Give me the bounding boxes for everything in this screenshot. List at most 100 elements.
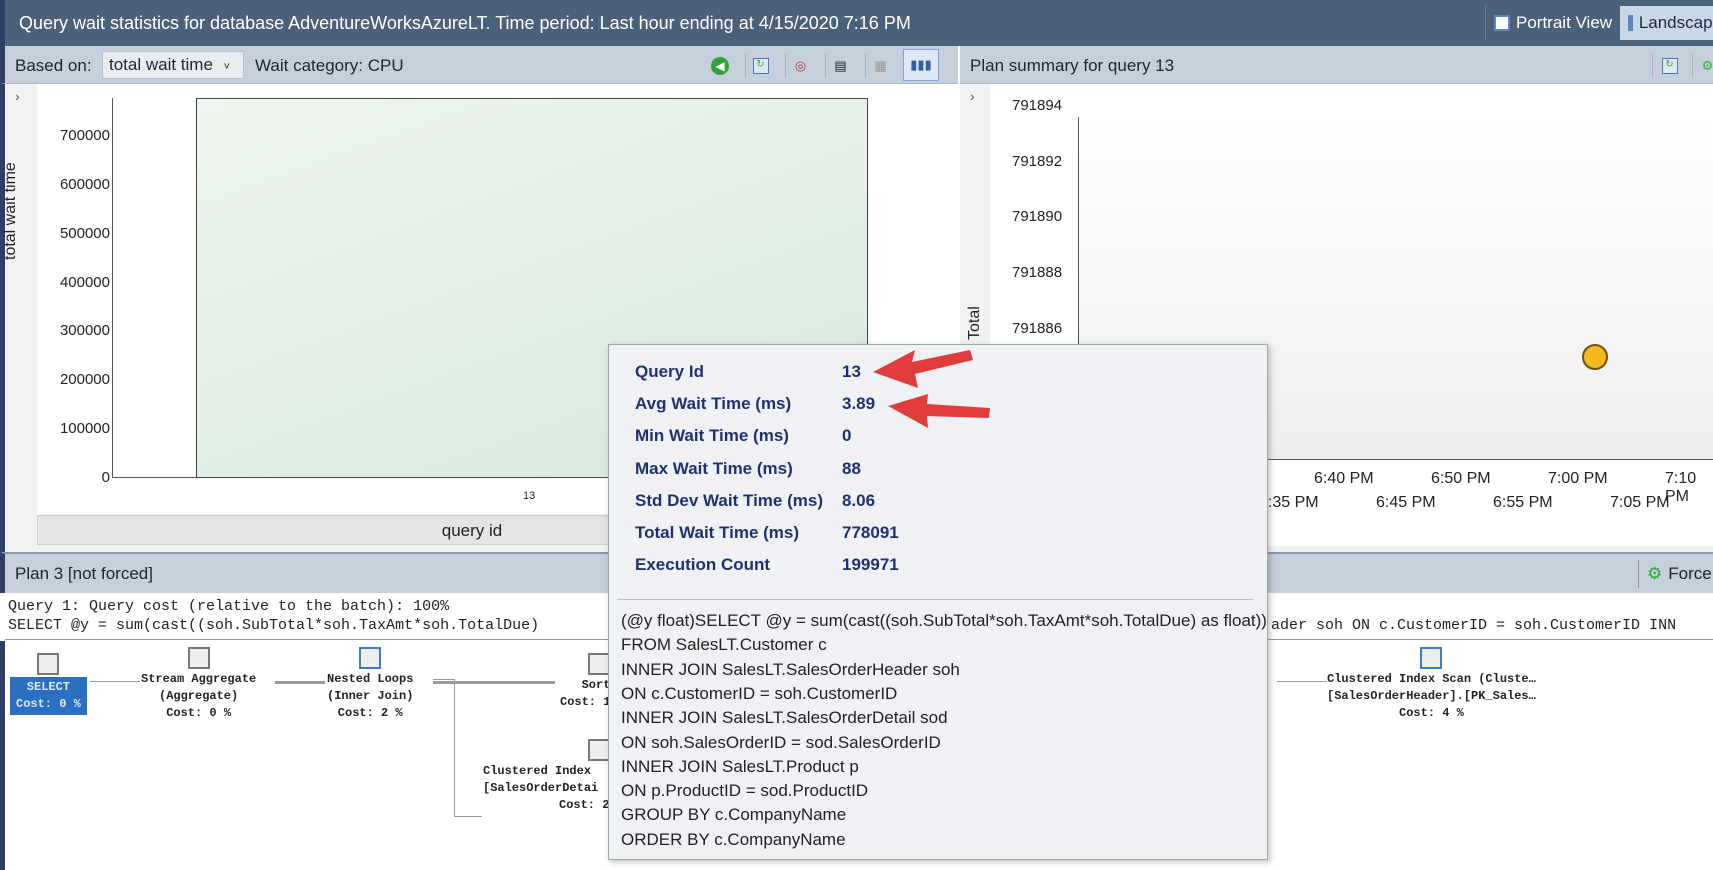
- tooltip-sql-line: INNER JOIN SalesLT.SalesOrderDetail sod: [621, 708, 948, 728]
- node-cost: Cost: 2 %: [337, 706, 403, 720]
- x-tick-13: 13: [523, 490, 536, 502]
- plan-node-clustered-index[interactable]: Clustered Index [SalesOrderDetai Cost: 2: [483, 739, 610, 814]
- y-tick: 791886: [1012, 319, 1063, 337]
- tooltip-value-1: 3.89: [842, 394, 876, 414]
- force-plan-icon[interactable]: ⚙: [1692, 54, 1713, 78]
- node-label: Clustered Index: [483, 764, 592, 778]
- chevron-down-icon: ˅: [223, 61, 231, 73]
- nested-loops-icon: [359, 647, 382, 669]
- tooltip-sql-line: ORDER BY c.CompanyName: [621, 829, 846, 849]
- tooltip-label-0: Query Id: [635, 362, 704, 381]
- plan-data-point[interactable]: [1582, 343, 1608, 370]
- y-axis-label: total wait time: [2, 162, 19, 260]
- tooltip-sql-line: GROUP BY c.CompanyName: [621, 805, 847, 825]
- y-tick: 400000: [59, 273, 110, 291]
- plan-summary-toolbar: Plan summary for query 13 ↻ ⚙: [960, 46, 1713, 84]
- node-label: Nested Loops: [327, 672, 414, 686]
- tooltip-value-3: 88: [842, 458, 861, 478]
- y-tick: 791892: [1012, 152, 1063, 170]
- y-axis-label: Total: [966, 306, 983, 340]
- tooltip-sql-line: FROM SalesLT.Customer c: [621, 635, 827, 655]
- landscape-label: Landscape: [1638, 13, 1713, 32]
- x-tick: 7:00 PM: [1548, 470, 1608, 487]
- node-cost: Cost: 2: [559, 798, 610, 812]
- query-tooltip: Query Id 13 Avg Wait Time (ms) 3.89 Min Wait…: [608, 344, 1268, 860]
- force-label: Force: [1668, 564, 1712, 583]
- y-tick: 300000: [59, 322, 110, 340]
- tooltip-value-5: 778091: [842, 523, 899, 542]
- node-sublabel: [SalesOrderDetai: [483, 781, 599, 795]
- portrait-view-button[interactable]: Portrait View: [1485, 6, 1620, 40]
- plan-node-stream-aggregate[interactable]: Stream Aggregate (Aggregate) Cost: 0 %: [141, 647, 256, 722]
- tooltip-sql-line: ON soh.SalesOrderID = sod.SalesOrderID: [621, 732, 941, 752]
- plan-node-nested-loops[interactable]: Nested Loops (Inner Join) Cost: 2 %: [327, 647, 413, 722]
- y-tick: 200000: [59, 371, 110, 389]
- x-tick: 6:45 PM: [1376, 494, 1436, 511]
- y-tick: 0: [101, 469, 110, 486]
- plan-node-clustered-index-scan[interactable]: Clustered Index Scan (Cluste… [SalesOrder…: [1327, 647, 1536, 722]
- wait-category-label: Wait category: CPU: [255, 56, 404, 75]
- tooltip-sql-line: ON c.CustomerID = soh.CustomerID: [621, 683, 898, 703]
- plan-title: Plan 3 [not forced]: [15, 564, 153, 583]
- select-icon: [37, 653, 60, 675]
- title-bar: Query wait statistics for database Adven…: [0, 0, 1713, 46]
- x-tick: 7:10 PM: [1665, 470, 1697, 505]
- clustered-index-icon: [588, 739, 610, 761]
- window-title: Query wait statistics for database Adven…: [19, 13, 911, 33]
- x-tick: 6:50 PM: [1431, 470, 1491, 487]
- force-plan-button[interactable]: ⚙ Force: [1638, 560, 1712, 588]
- landscape-icon: [1628, 15, 1633, 31]
- based-on-dropdown[interactable]: total wait time ˅: [102, 51, 244, 79]
- y-tick: 100000: [59, 420, 110, 438]
- y-tick: 700000: [59, 127, 110, 145]
- portrait-label: Portrait View: [1516, 13, 1613, 32]
- node-cost: Cost: 0 %: [166, 706, 232, 720]
- plan-summary-title: Plan summary for query 13: [970, 56, 1175, 75]
- node-sublabel: [SalesOrderHeader].[PK_Sales…: [1327, 689, 1536, 703]
- tooltip-label-2: Min Wait Time (ms): [635, 426, 789, 446]
- clustered-index-scan-icon: [1420, 647, 1443, 669]
- tooltip-value-0: 13: [842, 362, 861, 381]
- grid-view-icon[interactable]: ▦: [865, 54, 895, 78]
- tooltip-label-1: Avg Wait Time (ms): [635, 394, 792, 414]
- based-on-value: total wait time: [109, 55, 213, 74]
- expand-icon[interactable]: ›: [15, 88, 20, 104]
- chart-toolbar: Based on: total wait time ˅ Wait categor…: [0, 46, 958, 84]
- y-tick: 500000: [59, 224, 110, 242]
- x-tick: 6:55 PM: [1493, 494, 1553, 511]
- track-icon[interactable]: ◎: [785, 54, 815, 78]
- node-label: SELECT: [26, 680, 71, 694]
- node-cost: Cost: 0 %: [16, 697, 81, 711]
- y-tick: 791894: [1012, 96, 1063, 114]
- expand-icon[interactable]: ›: [970, 88, 975, 104]
- x-tick: 6:40 PM: [1314, 470, 1374, 487]
- node-sublabel: (Aggregate): [159, 689, 239, 703]
- node-cost: Cost: 1: [560, 695, 611, 709]
- go-back-icon[interactable]: ◀: [705, 54, 735, 78]
- node-sublabel: (Inner Join): [327, 689, 414, 703]
- node-cost: Cost: 4 %: [1399, 706, 1464, 720]
- tooltip-sql-line: (@y float)SELECT @y = sum(cast((soh.SubT…: [621, 611, 1267, 630]
- plan-node-sort[interactable]: Sort Cost: 1: [560, 653, 611, 711]
- tooltip-label-6: Execution Count: [635, 555, 771, 575]
- plan-node-select[interactable]: SELECT Cost: 0 %: [10, 653, 87, 715]
- tooltip-sql-line: INNER JOIN SalesLT.Product p: [621, 756, 859, 776]
- tooltip-label-5: Total Wait Time (ms): [635, 523, 800, 542]
- tooltip-value-6: 199971: [842, 555, 899, 575]
- tooltip-value-2: 0: [842, 426, 852, 446]
- query-sql-line-continued: ader soh ON c.CustomerID = soh.CustomerI…: [1271, 617, 1677, 634]
- refresh-icon[interactable]: ↻: [1652, 54, 1686, 78]
- tooltip-sql-line: ON p.ProductID = sod.ProductID: [621, 781, 869, 801]
- view-plan-icon[interactable]: ▤: [825, 54, 855, 78]
- refresh-icon[interactable]: ↻: [745, 54, 775, 78]
- y-tick: 791888: [1012, 264, 1063, 282]
- tooltip-value-4: 8.06: [842, 490, 876, 510]
- node-label: Stream Aggregate: [141, 672, 257, 686]
- node-label: Sort: [581, 678, 611, 692]
- portrait-icon: [1494, 15, 1510, 31]
- based-on-label: Based on:: [15, 56, 92, 75]
- chart-view-icon[interactable]: ▮▮▮: [903, 49, 939, 81]
- tooltip-divider: [617, 599, 1253, 600]
- landscape-view-button[interactable]: Landscape: [1620, 6, 1713, 40]
- y-tick: 791890: [1012, 208, 1063, 226]
